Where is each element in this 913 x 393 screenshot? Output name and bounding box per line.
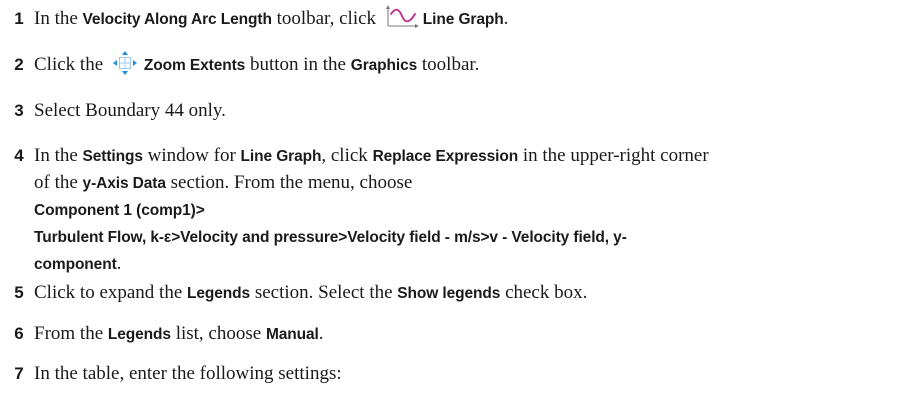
instruction-steps: 1 In the Velocity Along Arc Length toolb… bbox=[0, 0, 913, 393]
step-number: 1 bbox=[14, 9, 24, 28]
menu-path-part: Component 1 (comp1)> bbox=[34, 202, 205, 219]
step-text: In the table, enter the following settin… bbox=[34, 363, 342, 384]
zoom-extents-icon bbox=[112, 50, 138, 76]
graphics-toolbar-label: Graphics bbox=[350, 57, 418, 74]
settings-label: Settings bbox=[82, 148, 143, 165]
step-number: 5 bbox=[14, 283, 24, 302]
step-text: Select Boundary 44 only. bbox=[34, 100, 226, 121]
step-text: In the Settings window for Line Graph, c… bbox=[34, 143, 907, 278]
zoom-extents-label: Zoom Extents bbox=[143, 57, 246, 74]
y-axis-data-label: y-Axis Data bbox=[82, 175, 166, 192]
step-number: 2 bbox=[14, 55, 24, 74]
step-text: In the Velocity Along Arc Length toolbar… bbox=[34, 4, 907, 33]
manual-label: Manual bbox=[265, 326, 319, 343]
step-number: 7 bbox=[14, 364, 24, 383]
show-legends-label: Show legends bbox=[397, 285, 501, 302]
toolbar-name: Velocity Along Arc Length bbox=[82, 11, 272, 28]
replace-expression-label: Replace Expression bbox=[372, 148, 519, 165]
menu-path-part: Turbulent Flow, k-ε>Velocity and pressur… bbox=[34, 229, 627, 246]
step-line: of the y-Axis Data section. From the men… bbox=[34, 172, 413, 193]
line-graph-icon bbox=[385, 4, 419, 29]
step-line: component. bbox=[34, 253, 122, 274]
step-text: Click to expand the Legends section. Sel… bbox=[34, 282, 588, 303]
menu-path-part: component bbox=[34, 256, 117, 273]
step-number: 6 bbox=[14, 324, 24, 343]
step-line: In the Settings window for Line Graph, c… bbox=[34, 145, 709, 166]
step-text: Click the Zoom Extents button in the Gra… bbox=[34, 50, 907, 79]
step-number: 4 bbox=[14, 146, 24, 165]
step-text: From the Legends list, choose Manual. bbox=[34, 323, 324, 344]
step-line: Turbulent Flow, k-ε>Velocity and pressur… bbox=[34, 224, 907, 251]
line-graph-label: Line Graph bbox=[240, 148, 322, 165]
legends-label: Legends bbox=[107, 326, 171, 343]
step-number: 3 bbox=[14, 101, 24, 120]
step-line: Component 1 (comp1)> bbox=[34, 197, 907, 224]
legends-label: Legends bbox=[187, 285, 251, 302]
line-graph-label: Line Graph bbox=[422, 11, 504, 28]
